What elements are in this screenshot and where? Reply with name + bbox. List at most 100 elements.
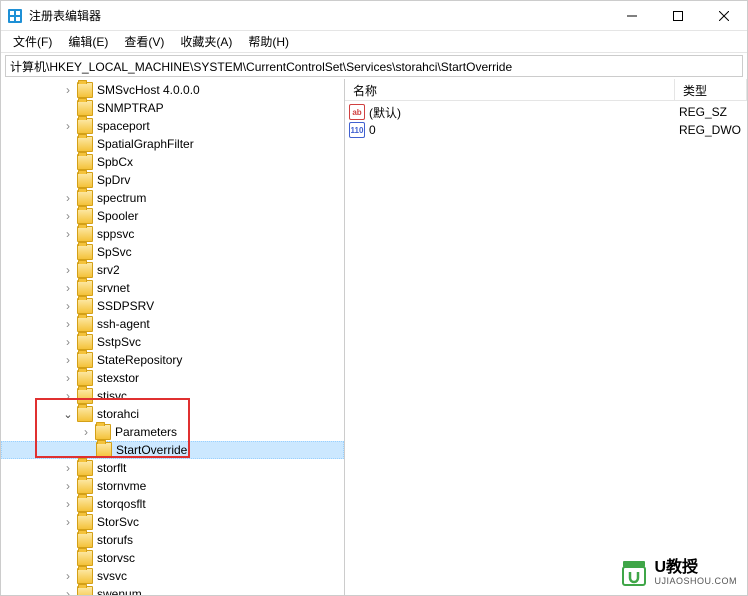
values-list: ab(默认)REG_SZ110 0REG_DWO bbox=[345, 101, 747, 141]
tree-panel[interactable]: SMSvcHost 4.0.0.0 SNMPTRAP spaceport Spatia… bbox=[1, 79, 345, 595]
tree-item-smsvchost-4-0-0-0[interactable]: SMSvcHost 4.0.0.0 bbox=[1, 81, 344, 99]
maximize-button[interactable] bbox=[655, 1, 701, 31]
close-button[interactable] bbox=[701, 1, 747, 31]
folder-icon bbox=[77, 280, 93, 296]
tree-item-label: storflt bbox=[97, 461, 126, 475]
tree-item-startoverride[interactable]: StartOverride bbox=[1, 441, 344, 459]
expander-icon[interactable] bbox=[61, 335, 75, 349]
tree-item-swenum[interactable]: swenum bbox=[1, 585, 344, 595]
expander-icon bbox=[61, 101, 75, 115]
menu-help[interactable]: 帮助(H) bbox=[240, 31, 297, 52]
tree-item-spooler[interactable]: Spooler bbox=[1, 207, 344, 225]
menu-edit[interactable]: 编辑(E) bbox=[60, 31, 116, 52]
value-row[interactable]: ab(默认)REG_SZ bbox=[345, 103, 747, 121]
expander-icon bbox=[61, 245, 75, 259]
folder-icon bbox=[96, 442, 112, 458]
tree-item-spbcx[interactable]: SpbCx bbox=[1, 153, 344, 171]
tree-item-label: svsvc bbox=[97, 569, 127, 583]
minimize-button[interactable] bbox=[609, 1, 655, 31]
expander-icon[interactable] bbox=[61, 209, 75, 223]
expander-icon[interactable] bbox=[61, 83, 75, 97]
app-icon bbox=[7, 8, 23, 24]
expander-icon[interactable] bbox=[61, 389, 75, 403]
tree-item-sstpsvc[interactable]: SstpSvc bbox=[1, 333, 344, 351]
expander-icon bbox=[80, 443, 94, 457]
menu-view[interactable]: 查看(V) bbox=[116, 31, 172, 52]
tree-item-label: SstpSvc bbox=[97, 335, 141, 349]
expander-icon[interactable] bbox=[61, 497, 75, 511]
tree-item-ssdpsrv[interactable]: SSDPSRV bbox=[1, 297, 344, 315]
tree-item-storufs[interactable]: storufs bbox=[1, 531, 344, 549]
expander-icon[interactable] bbox=[61, 407, 75, 421]
folder-icon bbox=[77, 244, 93, 260]
tree-item-ssh-agent[interactable]: ssh-agent bbox=[1, 315, 344, 333]
folder-icon bbox=[77, 298, 93, 314]
expander-icon[interactable] bbox=[61, 461, 75, 475]
tree-item-label: sppsvc bbox=[97, 227, 134, 241]
expander-icon[interactable] bbox=[61, 281, 75, 295]
expander-icon[interactable] bbox=[61, 515, 75, 529]
values-panel: 名称 类型 ab(默认)REG_SZ110 0REG_DWO bbox=[345, 79, 747, 595]
tree-item-spatialgraphfilter[interactable]: SpatialGraphFilter bbox=[1, 135, 344, 153]
folder-icon bbox=[77, 568, 93, 584]
expander-icon[interactable] bbox=[61, 371, 75, 385]
menu-favorites[interactable]: 收藏夹(A) bbox=[172, 31, 240, 52]
expander-icon[interactable] bbox=[61, 479, 75, 493]
tree-item-storahci[interactable]: storahci bbox=[1, 405, 344, 423]
dword-value-icon: 110 bbox=[349, 122, 365, 138]
expander-icon[interactable] bbox=[61, 263, 75, 277]
tree-item-parameters[interactable]: Parameters bbox=[1, 423, 344, 441]
tree-item-stornvme[interactable]: stornvme bbox=[1, 477, 344, 495]
value-name: 0 bbox=[369, 123, 679, 137]
tree-item-label: SpatialGraphFilter bbox=[97, 137, 194, 151]
expander-icon bbox=[61, 551, 75, 565]
tree-item-srvnet[interactable]: srvnet bbox=[1, 279, 344, 297]
value-row[interactable]: 110 0REG_DWO bbox=[345, 121, 747, 139]
folder-icon bbox=[77, 100, 93, 116]
expander-icon[interactable] bbox=[61, 119, 75, 133]
tree-item-spsvc[interactable]: SpSvc bbox=[1, 243, 344, 261]
expander-icon[interactable] bbox=[79, 425, 93, 439]
expander-icon[interactable] bbox=[61, 569, 75, 583]
tree-item-stisvc[interactable]: stisvc bbox=[1, 387, 344, 405]
expander-icon[interactable] bbox=[61, 191, 75, 205]
folder-icon bbox=[77, 388, 93, 404]
expander-icon bbox=[61, 173, 75, 187]
tree-item-label: stexstor bbox=[97, 371, 139, 385]
tree-item-storqosflt[interactable]: storqosflt bbox=[1, 495, 344, 513]
address-bar[interactable]: 计算机\HKEY_LOCAL_MACHINE\SYSTEM\CurrentCon… bbox=[5, 55, 743, 77]
folder-icon bbox=[77, 82, 93, 98]
menu-file[interactable]: 文件(F) bbox=[5, 31, 60, 52]
value-name: (默认) bbox=[369, 104, 679, 121]
expander-icon bbox=[61, 137, 75, 151]
tree-item-storflt[interactable]: storflt bbox=[1, 459, 344, 477]
expander-icon[interactable] bbox=[61, 353, 75, 367]
tree-item-staterepository[interactable]: StateRepository bbox=[1, 351, 344, 369]
tree-item-stexstor[interactable]: stexstor bbox=[1, 369, 344, 387]
menubar: 文件(F) 编辑(E) 查看(V) 收藏夹(A) 帮助(H) bbox=[1, 31, 747, 53]
tree-item-svsvc[interactable]: svsvc bbox=[1, 567, 344, 585]
folder-icon bbox=[77, 226, 93, 242]
tree-item-spectrum[interactable]: spectrum bbox=[1, 189, 344, 207]
column-type[interactable]: 类型 bbox=[675, 79, 747, 100]
tree-item-label: SNMPTRAP bbox=[97, 101, 164, 115]
value-type: REG_DWO bbox=[679, 123, 747, 137]
expander-icon[interactable] bbox=[61, 299, 75, 313]
expander-icon[interactable] bbox=[61, 227, 75, 241]
tree-item-storsvc[interactable]: StorSvc bbox=[1, 513, 344, 531]
tree-item-label: storufs bbox=[97, 533, 133, 547]
column-name[interactable]: 名称 bbox=[345, 79, 675, 100]
tree-item-snmptrap[interactable]: SNMPTRAP bbox=[1, 99, 344, 117]
tree-item-spdrv[interactable]: SpDrv bbox=[1, 171, 344, 189]
tree-item-spaceport[interactable]: spaceport bbox=[1, 117, 344, 135]
folder-icon bbox=[77, 586, 93, 595]
tree-item-label: stisvc bbox=[97, 389, 127, 403]
tree-item-storvsc[interactable]: storvsc bbox=[1, 549, 344, 567]
watermark-icon bbox=[620, 559, 648, 587]
expander-icon[interactable] bbox=[61, 317, 75, 331]
window-controls bbox=[609, 1, 747, 31]
tree-item-srv2[interactable]: srv2 bbox=[1, 261, 344, 279]
expander-icon[interactable] bbox=[61, 587, 75, 595]
tree-item-sppsvc[interactable]: sppsvc bbox=[1, 225, 344, 243]
folder-icon bbox=[77, 496, 93, 512]
